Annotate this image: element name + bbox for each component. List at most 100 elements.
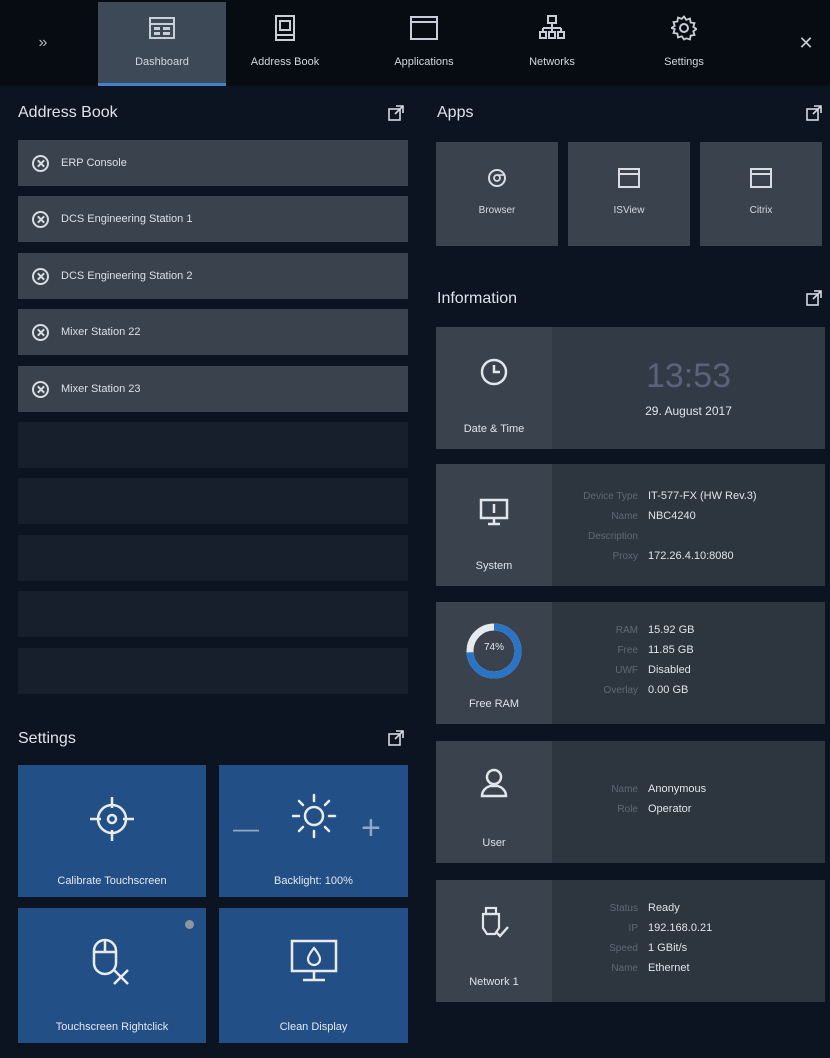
- window-icon: [750, 168, 772, 193]
- tab-networks[interactable]: Networks: [498, 2, 606, 86]
- address-book-entry[interactable]: DCS Engineering Station 1: [18, 196, 408, 242]
- tile-label: Calibrate Touchscreen: [57, 875, 167, 887]
- close-icon[interactable]: ✕: [793, 30, 819, 56]
- remove-circle-icon[interactable]: [32, 380, 49, 398]
- entry-label: ERP Console: [61, 157, 127, 169]
- user-details: Name Anonymous Role Operator: [552, 741, 825, 863]
- app-isview[interactable]: ISView: [568, 142, 690, 246]
- app-label: Browser: [478, 205, 516, 216]
- field-value: 15.92 GB: [648, 624, 695, 636]
- empty-slot[interactable]: [18, 422, 408, 468]
- backlight-decrease-button[interactable]: —: [233, 813, 259, 844]
- ram-gauge: 74%: [465, 622, 523, 680]
- entry-label: Mixer Station 22: [61, 326, 141, 338]
- empty-slot[interactable]: [18, 648, 408, 694]
- system-details: Device Type IT-577-FX (HW Rev.3) Name NBC4…: [552, 464, 825, 586]
- field-value: NBC4240: [648, 510, 696, 522]
- empty-slot[interactable]: [18, 535, 408, 581]
- tab-label: Networks: [529, 56, 575, 68]
- address-book-entry[interactable]: ERP Console: [18, 140, 408, 186]
- app-citrix[interactable]: Citrix: [700, 142, 822, 246]
- browser-icon: [487, 168, 507, 193]
- tile-label: Clean Display: [279, 1021, 348, 1033]
- clock-icon: [479, 357, 509, 392]
- field-key: Device Type: [583, 490, 638, 502]
- tab-applications[interactable]: Applications: [368, 2, 480, 86]
- ethernet-check-icon: [478, 906, 510, 945]
- tab-label: Applications: [394, 56, 454, 68]
- field-key: IP: [628, 922, 638, 934]
- network-panel[interactable]: Network 1: [436, 880, 552, 1002]
- clock-date: 29. August 2017: [645, 404, 732, 418]
- open-external-icon[interactable]: [388, 105, 404, 121]
- address-book-icon: [271, 14, 299, 42]
- field-value: IT-577-FX (HW Rev.3): [648, 490, 757, 502]
- field-key: Name: [611, 783, 638, 795]
- window-icon: [410, 14, 438, 42]
- app-label: ISView: [613, 205, 645, 216]
- top-navigation-bar: » Dashboard Address Book Applications Ne…: [0, 0, 830, 86]
- address-book-entry[interactable]: Mixer Station 23: [18, 366, 408, 412]
- touchscreen-rightclick-tile[interactable]: Touchscreen Rightclick: [18, 908, 206, 1043]
- tab-settings[interactable]: Settings: [630, 2, 738, 86]
- field-value: 0.00 GB: [648, 684, 689, 696]
- tile-label: Touchscreen Rightclick: [55, 1021, 169, 1033]
- field-key: Name: [611, 510, 638, 522]
- open-external-icon[interactable]: [806, 105, 822, 121]
- tab-label: Address Book: [250, 56, 320, 68]
- ram-percent: 74%: [483, 642, 504, 653]
- field-value: Anonymous: [648, 783, 707, 795]
- network-icon: [538, 14, 566, 42]
- tile-label: Backlight: 100%: [274, 875, 353, 887]
- open-external-icon[interactable]: [806, 290, 822, 306]
- field-value: Ethernet: [648, 962, 690, 974]
- address-book-title: Address Book: [18, 104, 118, 121]
- remove-circle-icon[interactable]: [32, 210, 49, 228]
- field-value: Ready: [648, 902, 680, 914]
- address-book-entry[interactable]: Mixer Station 22: [18, 309, 408, 355]
- open-external-icon[interactable]: [388, 730, 404, 746]
- entry-label: DCS Engineering Station 2: [61, 270, 193, 282]
- backlight-tile[interactable]: — + Backlight: 100%: [219, 765, 408, 897]
- field-key: Status: [609, 902, 638, 914]
- tab-address-book[interactable]: Address Book: [226, 2, 344, 86]
- field-key: Speed: [609, 942, 638, 954]
- field-key: Free: [617, 644, 638, 656]
- field-value: 192.168.0.21: [648, 922, 713, 934]
- app-browser[interactable]: Browser: [436, 142, 558, 246]
- field-key: Description: [587, 530, 638, 542]
- date-time-panel[interactable]: Date & Time: [436, 327, 552, 449]
- tab-dashboard[interactable]: Dashboard: [98, 2, 226, 86]
- tab-label: Settings: [664, 56, 704, 68]
- empty-slot[interactable]: [18, 478, 408, 524]
- entry-label: Mixer Station 23: [61, 383, 141, 395]
- panel-label: Free RAM: [468, 698, 520, 710]
- mouse-cancel-icon: [90, 938, 134, 993]
- system-panel[interactable]: System: [436, 464, 552, 586]
- panel-label: Network 1: [469, 976, 519, 988]
- information-title: Information: [437, 290, 518, 307]
- calibrate-touchscreen-tile[interactable]: Calibrate Touchscreen: [18, 765, 206, 897]
- field-value: 1 GBit/s: [648, 942, 688, 954]
- address-book-entry[interactable]: DCS Engineering Station 2: [18, 253, 408, 299]
- apps-title: Apps: [437, 104, 474, 121]
- remove-circle-icon[interactable]: [32, 267, 49, 285]
- remove-circle-icon[interactable]: [32, 154, 49, 172]
- status-dot: [185, 920, 194, 929]
- double-chevron-right-icon[interactable]: »: [30, 30, 56, 56]
- app-label: Citrix: [749, 205, 773, 216]
- crosshair-icon: [88, 795, 136, 848]
- gear-icon: [670, 14, 698, 42]
- user-icon: [479, 767, 509, 804]
- field-key: Overlay: [603, 684, 638, 696]
- user-panel[interactable]: User: [436, 741, 552, 863]
- free-ram-panel[interactable]: 74% Free RAM: [436, 602, 552, 724]
- ram-details: RAM 15.92 GB Free 11.85 GB UWF Disabled Ove…: [552, 602, 825, 724]
- window-icon: [618, 168, 640, 193]
- clean-display-tile[interactable]: Clean Display: [219, 908, 408, 1043]
- panel-label: System: [475, 560, 513, 572]
- empty-slot[interactable]: [18, 591, 408, 637]
- remove-circle-icon[interactable]: [32, 323, 49, 341]
- date-time-value: 13:53 29. August 2017: [552, 327, 825, 449]
- backlight-increase-button[interactable]: +: [361, 809, 381, 848]
